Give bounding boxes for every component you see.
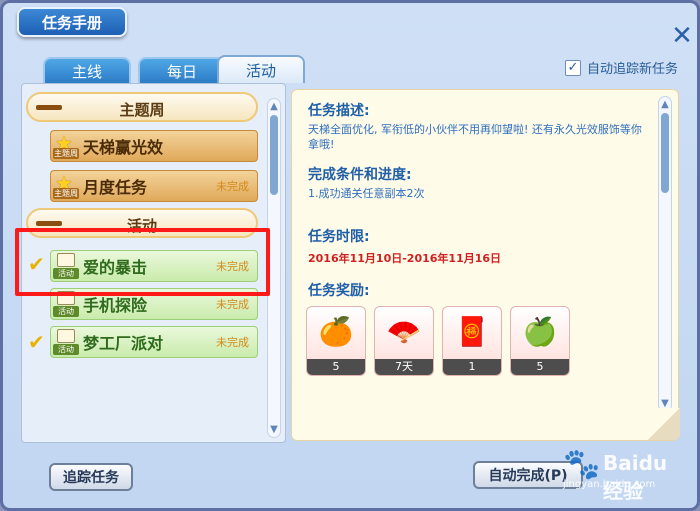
task-status: 未完成	[216, 336, 249, 349]
paw-icon: 🐾	[563, 447, 601, 482]
group-label: 主题周	[119, 101, 165, 119]
scroll-thumb[interactable]	[661, 113, 669, 193]
highlight-annotation	[15, 228, 270, 296]
task-handbook-window: 任务手册 ✕ 主线 每日 活动 ✓ 自动追踪新任务 主题周 ★ 主题周 天梯赢光…	[0, 0, 700, 511]
detail-scrollbar[interactable]: ▲ ▼	[658, 96, 672, 412]
cond-text: 1.成功通关任意副本2次	[308, 187, 425, 200]
desc-text: 天梯全面优化, 军衔低的小伙伴不用再仰望啦! 还有永久光效服饰等你拿哦!	[308, 123, 642, 151]
tab-events[interactable]: 活动	[217, 55, 305, 83]
scroll-up-icon[interactable]: ▲	[268, 101, 280, 112]
cond-title: 完成条件和进度:	[308, 167, 412, 183]
reward-slot[interactable]: 🍊 5	[306, 306, 366, 376]
task-item-label: 天梯赢光效	[83, 138, 164, 157]
page-curl-icon	[648, 408, 680, 440]
task-detail-panel: 任务描述: 天梯全面优化, 军衔低的小伙伴不用再仰望啦! 还有永久光效服饰等你拿…	[291, 89, 679, 441]
close-icon[interactable]: ✕	[669, 23, 695, 49]
auto-track-label: 自动追踪新任务	[587, 62, 679, 77]
auto-track-checkbox[interactable]: ✓	[565, 59, 581, 76]
reward-count: 7天	[375, 359, 433, 375]
task-item-ladder[interactable]: ★ 主题周 天梯赢光效	[50, 130, 258, 162]
baidu-watermark: 🐾 Baidu 经验 jingyan.baidu.com	[563, 447, 693, 503]
track-task-button[interactable]: 追踪任务	[49, 463, 133, 491]
window-title: 任务手册	[17, 7, 127, 37]
reward-slot[interactable]: 🧧 1	[442, 306, 502, 376]
task-item-monthly[interactable]: ★ 主题周 月度任务 未完成	[50, 170, 258, 202]
task-item-label: 梦工厂派对	[83, 334, 164, 353]
watermark-url: jingyan.baidu.com	[563, 479, 656, 490]
fan-icon: 🪭	[386, 315, 422, 348]
task-status: 未完成	[216, 298, 249, 311]
growth-apple-icon: 🍏	[522, 315, 558, 348]
task-status: 未完成	[216, 180, 249, 193]
scroll-thumb[interactable]	[270, 115, 278, 195]
tab-main-line[interactable]: 主线	[43, 57, 131, 83]
reward-count: 5	[307, 359, 365, 375]
task-item-dream-factory[interactable]: 活动 梦工厂派对 未完成	[50, 326, 258, 358]
scroll-down-icon[interactable]: ▼	[268, 424, 280, 435]
tracked-check-icon[interactable]: ✔	[28, 330, 45, 354]
red-envelope-icon: 🧧	[454, 315, 490, 348]
tab-daily[interactable]: 每日	[138, 57, 226, 83]
watermark-text: Baidu 经验	[603, 451, 668, 503]
reward-slot[interactable]: 🪭 7天	[374, 306, 434, 376]
reward-count: 5	[511, 359, 569, 375]
reward-title: 任务奖励:	[308, 283, 370, 299]
time-title: 任务时限:	[308, 229, 370, 245]
group-header-theme-week[interactable]: 主题周	[26, 92, 258, 122]
auto-track-toggle[interactable]: ✓ 自动追踪新任务	[565, 58, 678, 77]
scroll-up-icon[interactable]: ▲	[659, 99, 671, 110]
theme-week-badge-icon: ★ 主题周	[53, 131, 79, 159]
desc-title: 任务描述:	[308, 103, 370, 119]
orange-fruit-icon: 🍊	[318, 315, 354, 348]
time-text: 2016年11月10日-2016年11月16日	[308, 252, 502, 265]
event-badge-icon: 活动	[53, 329, 79, 355]
task-item-label: 月度任务	[83, 178, 148, 197]
reward-slot[interactable]: 🍏 5	[510, 306, 570, 376]
reward-count: 1	[443, 359, 501, 375]
theme-week-badge-icon: ★ 主题周	[53, 171, 79, 199]
